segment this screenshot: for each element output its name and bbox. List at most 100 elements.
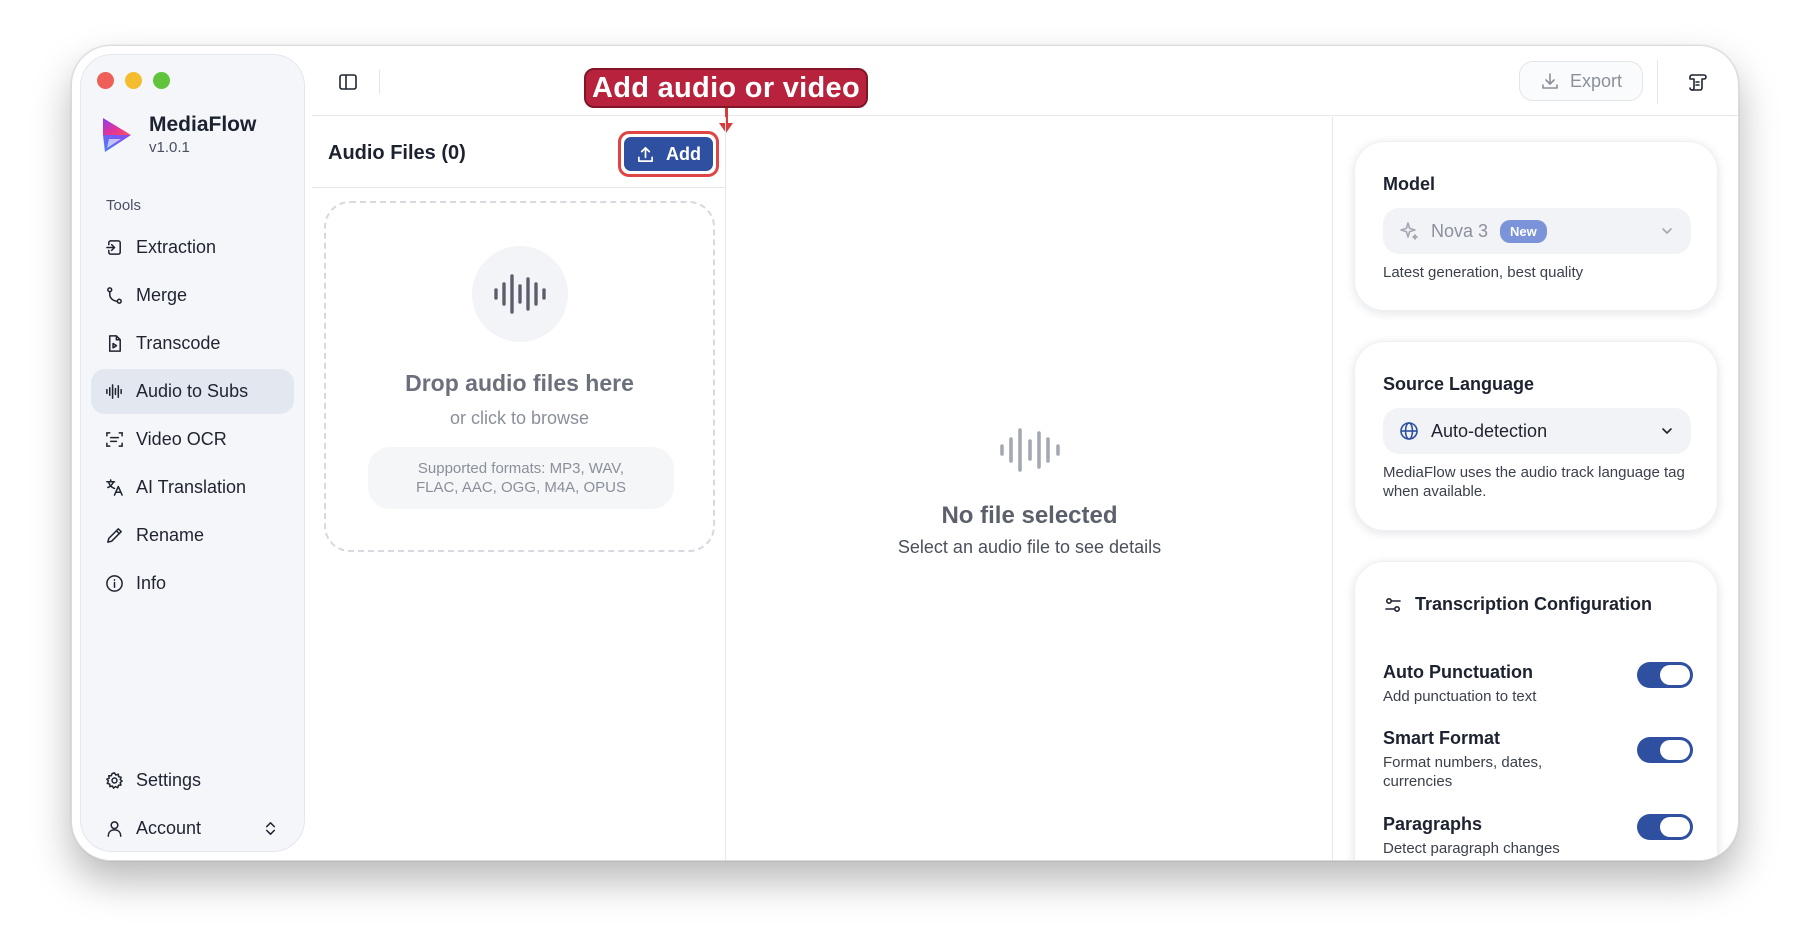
dropzone-title: Drop audio files here <box>405 370 634 396</box>
sidebar-item-extraction[interactable]: Extraction <box>91 225 294 270</box>
top-toolbar: Export <box>312 46 1738 116</box>
model-card: Model Nova 3 New Latest generation, best… <box>1354 141 1718 311</box>
pencil-icon <box>107 528 122 543</box>
source-language-value: Auto-detection <box>1431 420 1548 441</box>
add-button-highlight: Add <box>618 131 719 177</box>
sparkles-icon <box>1400 222 1418 240</box>
dropzone-icon-circle <box>472 246 568 342</box>
model-help: Latest generation, best quality <box>1383 264 1584 281</box>
audio-wave-icon <box>106 384 122 399</box>
brand: MediaFlow v1.0.1 <box>99 113 256 156</box>
sidebar-item-label: Account <box>136 818 202 838</box>
window-controls <box>97 72 170 89</box>
zoom-window-button[interactable] <box>153 72 170 89</box>
supported-formats: Supported formats: MP3, WAV, FLAC, AAC, … <box>368 447 674 509</box>
sidebar-item-account[interactable]: Account <box>91 806 294 851</box>
config-header: Transcription Configuration <box>1383 594 1652 615</box>
app-version: v1.0.1 <box>149 139 190 156</box>
info-icon <box>106 575 123 592</box>
toolbar-divider <box>1657 60 1658 104</box>
transcode-icon <box>108 335 121 352</box>
logs-icon[interactable] <box>1687 71 1709 93</box>
tools-section-label: Tools <box>106 197 142 214</box>
option-desc: Format numbers, dates, currencies <box>1383 754 1543 790</box>
sidebar-item-ai-translation[interactable]: AI Translation <box>91 465 294 510</box>
gear-icon <box>106 772 123 789</box>
sidebar-item-label: Transcode <box>136 333 221 353</box>
download-icon <box>1542 73 1558 89</box>
add-button[interactable]: Add <box>624 137 713 171</box>
sidebar-bottom: Settings Account <box>91 758 294 854</box>
source-language-card: Source Language Auto-detection MediaFlow… <box>1354 341 1718 531</box>
file-detail-panel: No file selected Select an audio file to… <box>727 117 1333 860</box>
callout-label: Add audio or video <box>584 68 868 108</box>
sidebar-item-label: Rename <box>136 525 205 545</box>
smart-format-toggle[interactable] <box>1637 737 1693 763</box>
settings-column: Model Nova 3 New Latest generation, best… <box>1334 117 1738 860</box>
model-select[interactable]: Nova 3 New <box>1383 208 1691 254</box>
upload-icon <box>637 146 654 162</box>
mediaflow-logo-icon <box>103 117 131 152</box>
audio-files-panel: Audio Files (0) Add Drop audio files her… <box>312 117 726 860</box>
sidebar-item-label: Merge <box>136 285 188 305</box>
sliders-icon <box>1385 597 1401 612</box>
sidebar-item-video-ocr[interactable]: Video OCR <box>91 417 294 462</box>
toggle-knob <box>1660 740 1690 760</box>
extract-icon <box>106 240 121 255</box>
option-desc: Detect paragraph changes <box>1383 840 1560 857</box>
sidebar-item-label: Video OCR <box>136 429 227 449</box>
sidebar-item-transcode[interactable]: Transcode <box>91 321 294 366</box>
toggle-knob <box>1660 665 1690 685</box>
app-name: MediaFlow <box>149 113 257 136</box>
sidebar-toggle-icon[interactable] <box>338 72 358 92</box>
sidebar-item-label: Settings <box>136 770 202 790</box>
option-desc: Add punctuation to text <box>1383 688 1537 705</box>
globe-icon <box>1400 422 1418 440</box>
formats-line: FLAC, AAC, OGG, M4A, OPUS <box>415 479 627 496</box>
toggle-knob <box>1660 817 1690 837</box>
sidebar-item-audio-to-subs[interactable]: Audio to Subs <box>91 369 294 414</box>
sidebar-item-label: AI Translation <box>136 477 247 497</box>
sidebar-item-label: Extraction <box>136 237 217 257</box>
sidebar-item-label: Info <box>136 573 167 593</box>
new-badge: New <box>1500 219 1547 243</box>
formats-line: Supported formats: MP3, WAV, <box>417 460 625 477</box>
file-dropzone[interactable]: Drop audio files here or click to browse… <box>324 201 715 552</box>
empty-state-title: No file selected <box>941 502 1118 529</box>
files-title: Audio Files (0) <box>328 142 466 164</box>
paragraphs-toggle[interactable] <box>1637 814 1693 840</box>
auto-punctuation-toggle[interactable] <box>1637 662 1693 688</box>
tools-nav: Extraction Merge Transcode Audio to Subs <box>91 225 294 609</box>
empty-state-subtitle: Select an audio file to see details <box>897 537 1162 557</box>
ocr-icon <box>106 432 123 447</box>
sidebar-item-merge[interactable]: Merge <box>91 273 294 318</box>
config-title: Transcription Configuration <box>1415 594 1652 614</box>
source-language-help: MediaFlow uses the audio track language … <box>1383 464 1685 500</box>
transcription-config-card: Transcription Configuration Auto Punctua… <box>1354 561 1718 860</box>
source-language-select[interactable]: Auto-detection <box>1383 408 1691 454</box>
user-icon <box>107 821 122 837</box>
model-value: Nova 3 <box>1431 220 1489 241</box>
source-language-label: Source Language <box>1383 374 1535 394</box>
export-button[interactable]: Export <box>1519 61 1643 101</box>
toolbar-divider <box>379 70 380 94</box>
files-header: Audio Files (0) Add <box>312 117 725 188</box>
sidebar: MediaFlow v1.0.1 Tools Extraction Merge <box>80 54 305 852</box>
option-smart-format: Smart Format Format numbers, dates, curr… <box>1383 728 1693 791</box>
app-window: MediaFlow v1.0.1 Tools Extraction Merge <box>71 45 1739 861</box>
sidebar-item-label: Audio to Subs <box>136 381 249 401</box>
sidebar-item-settings[interactable]: Settings <box>91 758 294 803</box>
sidebar-item-info[interactable]: Info <box>91 561 294 606</box>
export-label: Export <box>1569 70 1623 91</box>
option-auto-punctuation: Auto Punctuation Add punctuation to text <box>1383 662 1693 706</box>
dropzone-subtitle: or click to browse <box>449 408 590 428</box>
sidebar-item-rename[interactable]: Rename <box>91 513 294 558</box>
translate-icon <box>106 479 123 496</box>
audio-wave-icon <box>494 274 546 314</box>
minimize-window-button[interactable] <box>125 72 142 89</box>
close-window-button[interactable] <box>97 72 114 89</box>
model-label: Model <box>1383 174 1435 194</box>
option-paragraphs: Paragraphs Detect paragraph changes <box>1383 814 1693 858</box>
add-label: Add <box>666 143 701 164</box>
chevron-up-down-icon <box>265 822 276 835</box>
